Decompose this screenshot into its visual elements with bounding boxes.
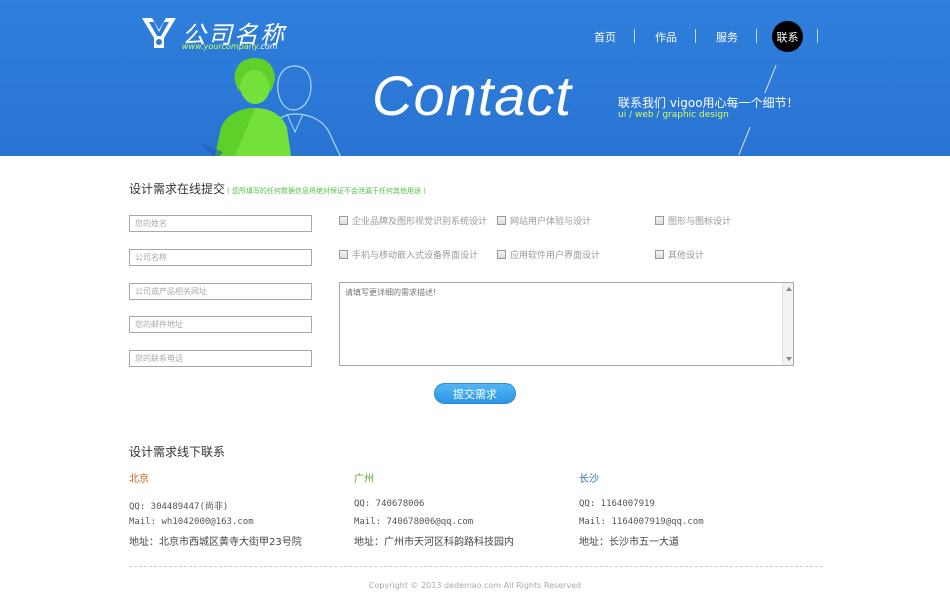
nav-divider bbox=[756, 29, 757, 43]
option-icon-design[interactable]: 图形与图标设计 bbox=[655, 214, 731, 227]
hero-slogan-sub: ui / web / graphic design bbox=[618, 110, 729, 120]
scroll-up-icon[interactable] bbox=[786, 287, 792, 291]
address-guangzhou: 地址：广州市天河区科韵路科技园内 bbox=[354, 537, 514, 548]
copyright-text: Copyright © 2013 dedemao.com All Rights … bbox=[368, 581, 582, 590]
address-beijing: 地址：北京市西城区黄寺大街甲23号院 bbox=[129, 537, 302, 548]
page-hero-title: Contact bbox=[372, 64, 572, 127]
nav-contact[interactable]: 联系 bbox=[772, 21, 803, 52]
scroll-down-icon[interactable] bbox=[786, 357, 792, 361]
website-input[interactable] bbox=[129, 283, 312, 300]
textarea-scrollbar[interactable] bbox=[782, 283, 793, 365]
option-brand-design[interactable]: 企业品牌及图形视觉识别系统设计 bbox=[339, 214, 487, 227]
footer-divider bbox=[129, 566, 823, 567]
checkbox[interactable] bbox=[497, 250, 506, 259]
phone-input[interactable] bbox=[129, 350, 312, 367]
hero-slogan: 联系我们 vigoo用心每一个细节！ bbox=[618, 96, 799, 110]
city-guangzhou: 广州 bbox=[354, 474, 374, 485]
offline-section-title: 设计需求线下联系 bbox=[129, 445, 226, 459]
address-changsha: 地址：长沙市五一大道 bbox=[579, 537, 679, 548]
nav-divider bbox=[817, 29, 818, 43]
nav-works[interactable]: 作品 bbox=[655, 29, 677, 45]
nav-services[interactable]: 服务 bbox=[716, 29, 738, 45]
company-input[interactable] bbox=[129, 249, 312, 266]
nav-divider bbox=[634, 29, 635, 43]
option-mobile-ui[interactable]: 手机与移动嵌入式设备界面设计 bbox=[339, 248, 478, 261]
name-input[interactable] bbox=[129, 215, 312, 232]
option-web-ux[interactable]: 网站用户体验与设计 bbox=[497, 214, 591, 227]
mail-guangzhou[interactable]: Mail: 740678006@qq.com bbox=[354, 517, 473, 527]
main-nav: 首页 作品 服务 联系 bbox=[0, 0, 950, 70]
form-section-title: 设计需求在线提交( 您所填写的任何数据信息将绝对保证不会泄漏于任何其他用途 ) bbox=[129, 182, 426, 196]
mail-beijing[interactable]: Mail: wh1042000@163.com bbox=[129, 517, 254, 527]
checkbox[interactable] bbox=[655, 250, 664, 259]
header-banner: 公司名称 www.yourcompany.com 首页 作品 服务 联系 Con… bbox=[0, 0, 950, 156]
option-software-ui[interactable]: 应用软件用户界面设计 bbox=[497, 248, 600, 261]
checkbox[interactable] bbox=[339, 216, 348, 225]
qq-guangzhou: QQ: 740678006 bbox=[354, 499, 425, 509]
decorative-line bbox=[738, 126, 751, 156]
qq-changsha: QQ: 1164007919 bbox=[579, 499, 655, 509]
privacy-hint: ( 您所填写的任何数据信息将绝对保证不会泄漏于任何其他用途 ) bbox=[227, 187, 426, 195]
email-input[interactable] bbox=[129, 316, 312, 333]
checkbox[interactable] bbox=[339, 250, 348, 259]
city-beijing: 北京 bbox=[129, 474, 149, 485]
description-textarea[interactable] bbox=[339, 282, 794, 366]
city-changsha: 长沙 bbox=[579, 474, 599, 485]
qq-beijing: QQ: 304489447(尚非) bbox=[129, 502, 229, 512]
people-illustration bbox=[199, 58, 341, 156]
submit-button[interactable]: 提交需求 bbox=[434, 383, 516, 404]
nav-home[interactable]: 首页 bbox=[594, 29, 616, 45]
option-other[interactable]: 其他设计 bbox=[655, 248, 704, 261]
nav-divider bbox=[695, 29, 696, 43]
checkbox[interactable] bbox=[497, 216, 506, 225]
mail-changsha[interactable]: Mail: 1164007919@qq.com bbox=[579, 517, 704, 527]
checkbox[interactable] bbox=[655, 216, 664, 225]
